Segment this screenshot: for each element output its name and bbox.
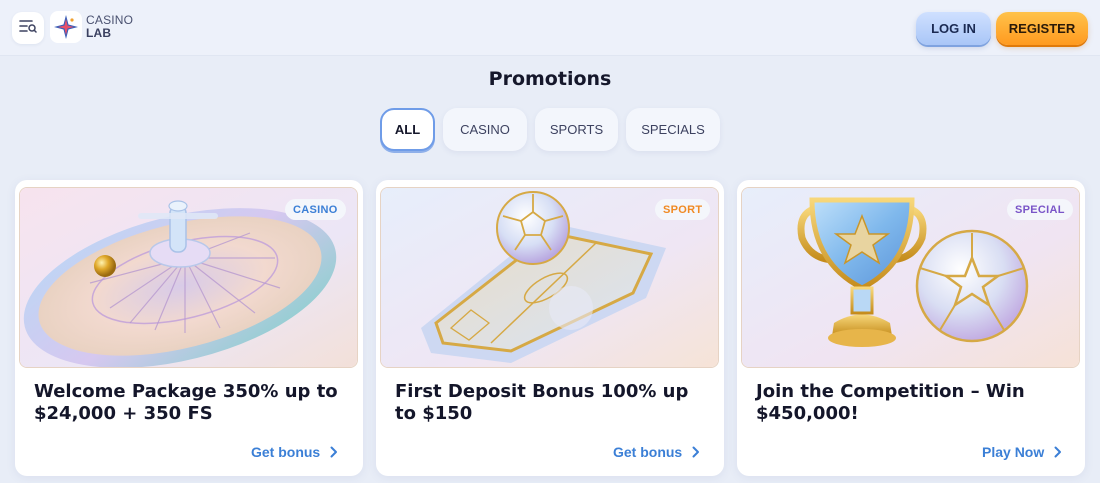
chevron-right-icon: [1054, 446, 1062, 458]
tab-specials[interactable]: SPECIALS: [626, 108, 720, 151]
menu-search-button[interactable]: [12, 12, 44, 44]
link-label: Get bonus: [251, 444, 321, 460]
badge-label: SPECIAL: [1015, 203, 1065, 216]
get-bonus-link[interactable]: Get bonus: [251, 442, 338, 462]
register-button[interactable]: REGISTER: [996, 12, 1088, 45]
logo-star-icon: [50, 11, 82, 43]
promo-filter-tabs: ALL CASINO SPORTS SPECIALS: [0, 108, 1100, 152]
card-title: Welcome Package 350% up to $24,000 + 350…: [34, 381, 338, 424]
card-title: First Deposit Bonus 100% up to $150: [395, 381, 689, 424]
tab-casino[interactable]: CASINO: [443, 108, 527, 151]
category-badge: SPORT: [655, 199, 711, 220]
site-logo[interactable]: CASINO LAB: [50, 11, 133, 43]
logo-wordmark: CASINO LAB: [86, 14, 133, 40]
category-badge: SPECIAL: [1007, 199, 1073, 220]
badge-label: SPORT: [663, 203, 703, 216]
category-badge: CASINO: [285, 199, 346, 220]
chevron-right-icon: [330, 446, 338, 458]
play-now-link[interactable]: Play Now: [982, 442, 1062, 462]
menu-search-icon: [19, 18, 37, 38]
badge-label: CASINO: [293, 203, 338, 216]
link-label: Get bonus: [613, 444, 683, 460]
promo-card-sport[interactable]: SPORT First Deposit Bonus 100% up to $15…: [376, 180, 724, 476]
link-label: Play Now: [982, 444, 1045, 460]
get-bonus-link[interactable]: Get bonus: [613, 442, 700, 462]
promo-card-special[interactable]: SPECIAL Join the Competition – Win $450,…: [737, 180, 1085, 476]
chevron-right-icon: [692, 446, 700, 458]
site-header: CASINO LAB LOG IN REGISTER: [0, 0, 1100, 56]
promo-card-casino[interactable]: CASINO Welcome Package 350% up to $24,00…: [15, 180, 363, 476]
tab-all[interactable]: ALL: [380, 108, 435, 151]
logo-line-2: LAB: [86, 26, 112, 40]
page-title: Promotions: [488, 68, 612, 90]
tab-sports[interactable]: SPORTS: [535, 108, 618, 151]
card-title: Join the Competition – Win $450,000!: [756, 381, 1025, 424]
login-button[interactable]: LOG IN: [916, 12, 991, 45]
